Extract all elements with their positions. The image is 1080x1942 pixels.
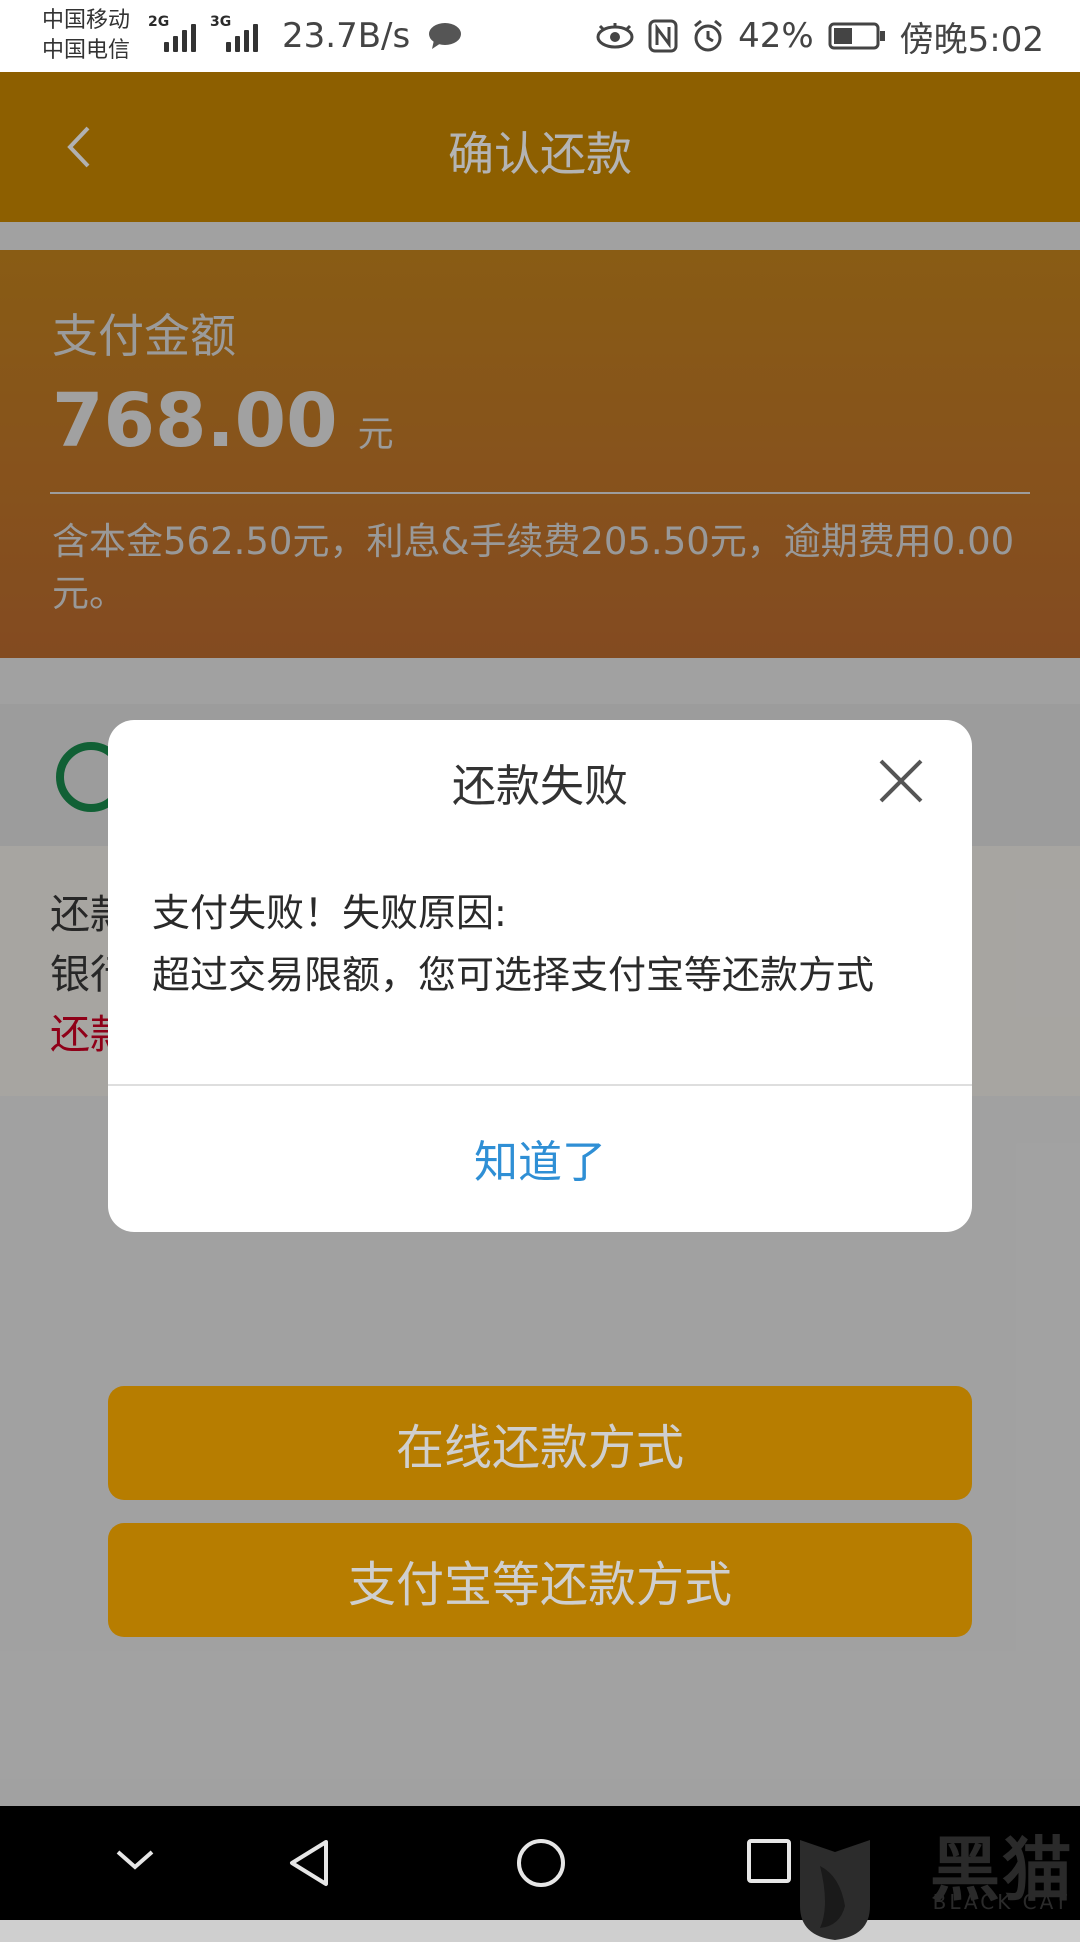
dialog-message-line: 超过交易限额，您可选择支付宝等还款方式: [152, 953, 875, 997]
got-it-button[interactable]: 知道了: [108, 1084, 972, 1232]
status-bar: 中国移动 中国电信 2G 3G 23.7B/s 42% 傍晚5:02: [0, 0, 1080, 72]
online-repay-button[interactable]: 在线还款方式: [108, 1386, 972, 1500]
nfc-icon: [648, 19, 678, 53]
chat-icon: [429, 23, 461, 49]
carrier-1: 中国移动: [42, 8, 131, 33]
home-circle-icon[interactable]: [514, 1836, 568, 1890]
signal-type-label: 2G: [148, 14, 170, 30]
cat-logo-icon: [800, 1840, 870, 1940]
close-icon[interactable]: [876, 756, 926, 806]
watermark: 黑猫 BLACK CAT: [790, 1806, 1080, 1940]
dialog-message: 支付失败！失败原因: 超过交易限额，您可选择支付宝等还款方式: [152, 882, 942, 1006]
carrier-names: 中国移动 中国电信: [42, 6, 130, 66]
back-triangle-icon[interactable]: [284, 1836, 334, 1890]
repay-failed-dialog: 还款失败 支付失败！失败原因: 超过交易限额，您可选择支付宝等还款方式 知道了: [108, 720, 972, 1232]
carrier-2: 中国电信: [42, 38, 131, 63]
battery-icon: [828, 22, 885, 50]
status-right: 42% 傍晚5:02: [596, 14, 1044, 60]
alipay-repay-button[interactable]: 支付宝等还款方式: [108, 1523, 972, 1637]
battery-percent: 42%: [738, 16, 814, 56]
signal-type-label: 3G: [210, 14, 232, 30]
chevron-down-icon[interactable]: [112, 1836, 158, 1882]
alarm-icon: [694, 19, 723, 52]
system-nav-bar: 黑猫 BLACK CAT: [0, 1806, 1080, 1940]
signal-3g-icon: 3G: [210, 14, 266, 52]
dialog-title: 还款失败: [452, 761, 628, 812]
eye-icon: [596, 23, 634, 49]
net-speed: 23.7B/s: [282, 16, 411, 56]
recents-square-icon[interactable]: [744, 1836, 794, 1886]
clock: 傍晚5:02: [899, 19, 1044, 60]
dialog-message-line: 支付失败！失败原因:: [152, 891, 507, 935]
signal-2g-icon: 2G: [148, 14, 198, 52]
watermark-sub: BLACK CAT: [932, 1890, 1070, 1914]
